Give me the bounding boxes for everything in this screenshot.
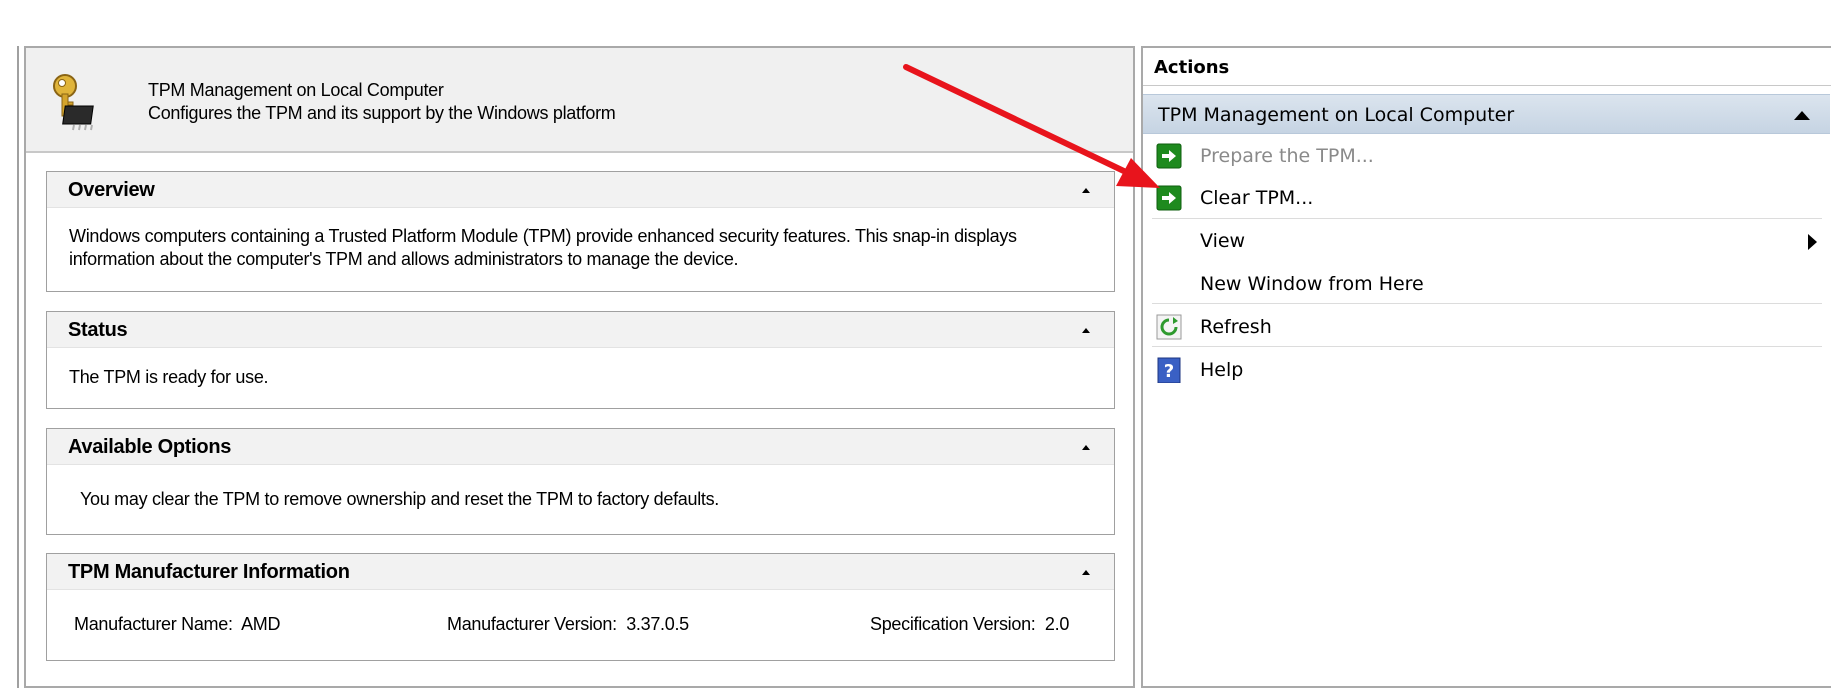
manufacturer-version-value: 3.37.0.5 <box>626 614 689 634</box>
specification-version-value: 2.0 <box>1044 614 1070 634</box>
run-action-icon <box>1156 143 1182 169</box>
run-action-icon <box>1156 185 1182 211</box>
manufacturer-name-label: Manufacturer Name: <box>74 614 233 634</box>
action-refresh[interactable]: Refresh <box>1143 307 1823 347</box>
manufacturer-info-section: TPM Manufacturer Information Manufacture… <box>46 553 1115 661</box>
overview-text: Windows computers containing a Trusted P… <box>69 226 1017 269</box>
collapse-arrow-icon <box>1082 187 1090 193</box>
available-options-header: Available Options <box>47 429 1114 465</box>
manufacturer-name-value: AMD <box>241 614 281 634</box>
manufacturer-version-label: Manufacturer Version: <box>447 614 617 634</box>
manufacturer-info-title: TPM Manufacturer Information <box>68 561 350 583</box>
action-prepare-tpm-label: Prepare the TPM... <box>1200 145 1374 167</box>
separator <box>1152 218 1822 219</box>
action-help-label: Help <box>1200 359 1244 381</box>
collapse-arrow-icon <box>1082 569 1090 575</box>
separator <box>1152 346 1822 347</box>
snapin-title: TPM Management on Local Computer <box>148 80 444 100</box>
help-icon: ? <box>1157 357 1181 383</box>
status-text: The TPM is ready for use. <box>69 367 269 387</box>
actions-group-label: TPM Management on Local Computer <box>1158 104 1515 126</box>
overview-section: Overview Windows computers containing a … <box>46 171 1115 292</box>
collapse-arrow-icon <box>1082 444 1090 450</box>
overview-title: Overview <box>68 179 155 201</box>
action-view[interactable]: View <box>1143 221 1823 261</box>
tpm-key-chip-icon <box>53 74 94 131</box>
status-section: Status The TPM is ready for use. <box>46 311 1115 409</box>
svg-text:?: ? <box>1164 361 1174 382</box>
status-header: Status <box>47 312 1114 348</box>
overview-header: Overview <box>47 172 1114 208</box>
status-collapse-button[interactable] <box>1076 320 1096 340</box>
collapse-arrow-icon <box>1082 327 1090 333</box>
action-new-window[interactable]: New Window from Here <box>1143 264 1823 304</box>
manufacturer-version: Manufacturer Version: 3.37.0.5 <box>447 613 689 636</box>
action-view-label: View <box>1200 230 1246 252</box>
action-clear-tpm[interactable]: Clear TPM... <box>1143 178 1823 218</box>
available-options-title: Available Options <box>68 436 232 458</box>
action-new-window-label: New Window from Here <box>1200 273 1424 295</box>
actions-pane-title: Actions <box>1143 48 1831 86</box>
submenu-arrow-icon <box>1808 234 1817 250</box>
manufacturer-info-body: Manufacturer Name: AMD Manufacturer Vers… <box>47 590 1114 660</box>
collapse-arrow-icon[interactable] <box>1794 111 1810 120</box>
specification-version: Specification Version: 2.0 <box>870 613 1069 636</box>
snapin-description: Configures the TPM and its support by th… <box>148 103 616 123</box>
available-options-section: Available Options You may clear the TPM … <box>46 428 1115 535</box>
snapin-header: TPM Management on Local Computer Configu… <box>26 48 1133 153</box>
tpm-main-panel: TPM Management on Local Computer Configu… <box>24 46 1135 688</box>
action-help[interactable]: ? Help <box>1143 350 1823 390</box>
status-title: Status <box>68 319 128 341</box>
specification-version-label: Specification Version: <box>870 614 1036 634</box>
manufacturer-name: Manufacturer Name: AMD <box>74 613 281 636</box>
left-pane-edge <box>0 46 19 688</box>
manufacturer-info-collapse-button[interactable] <box>1076 562 1096 582</box>
actions-pane: Actions TPM Management on Local Computer… <box>1141 46 1831 688</box>
overview-collapse-button[interactable] <box>1076 180 1096 200</box>
separator <box>1152 303 1822 304</box>
available-options-collapse-button[interactable] <box>1076 437 1096 457</box>
refresh-icon <box>1156 314 1182 340</box>
available-options-text: You may clear the TPM to remove ownershi… <box>80 489 719 509</box>
manufacturer-info-header: TPM Manufacturer Information <box>47 554 1114 590</box>
action-clear-tpm-label: Clear TPM... <box>1200 187 1314 209</box>
action-refresh-label: Refresh <box>1200 316 1272 338</box>
action-prepare-tpm[interactable]: Prepare the TPM... <box>1143 136 1823 176</box>
actions-group-header[interactable]: TPM Management on Local Computer <box>1143 94 1830 134</box>
